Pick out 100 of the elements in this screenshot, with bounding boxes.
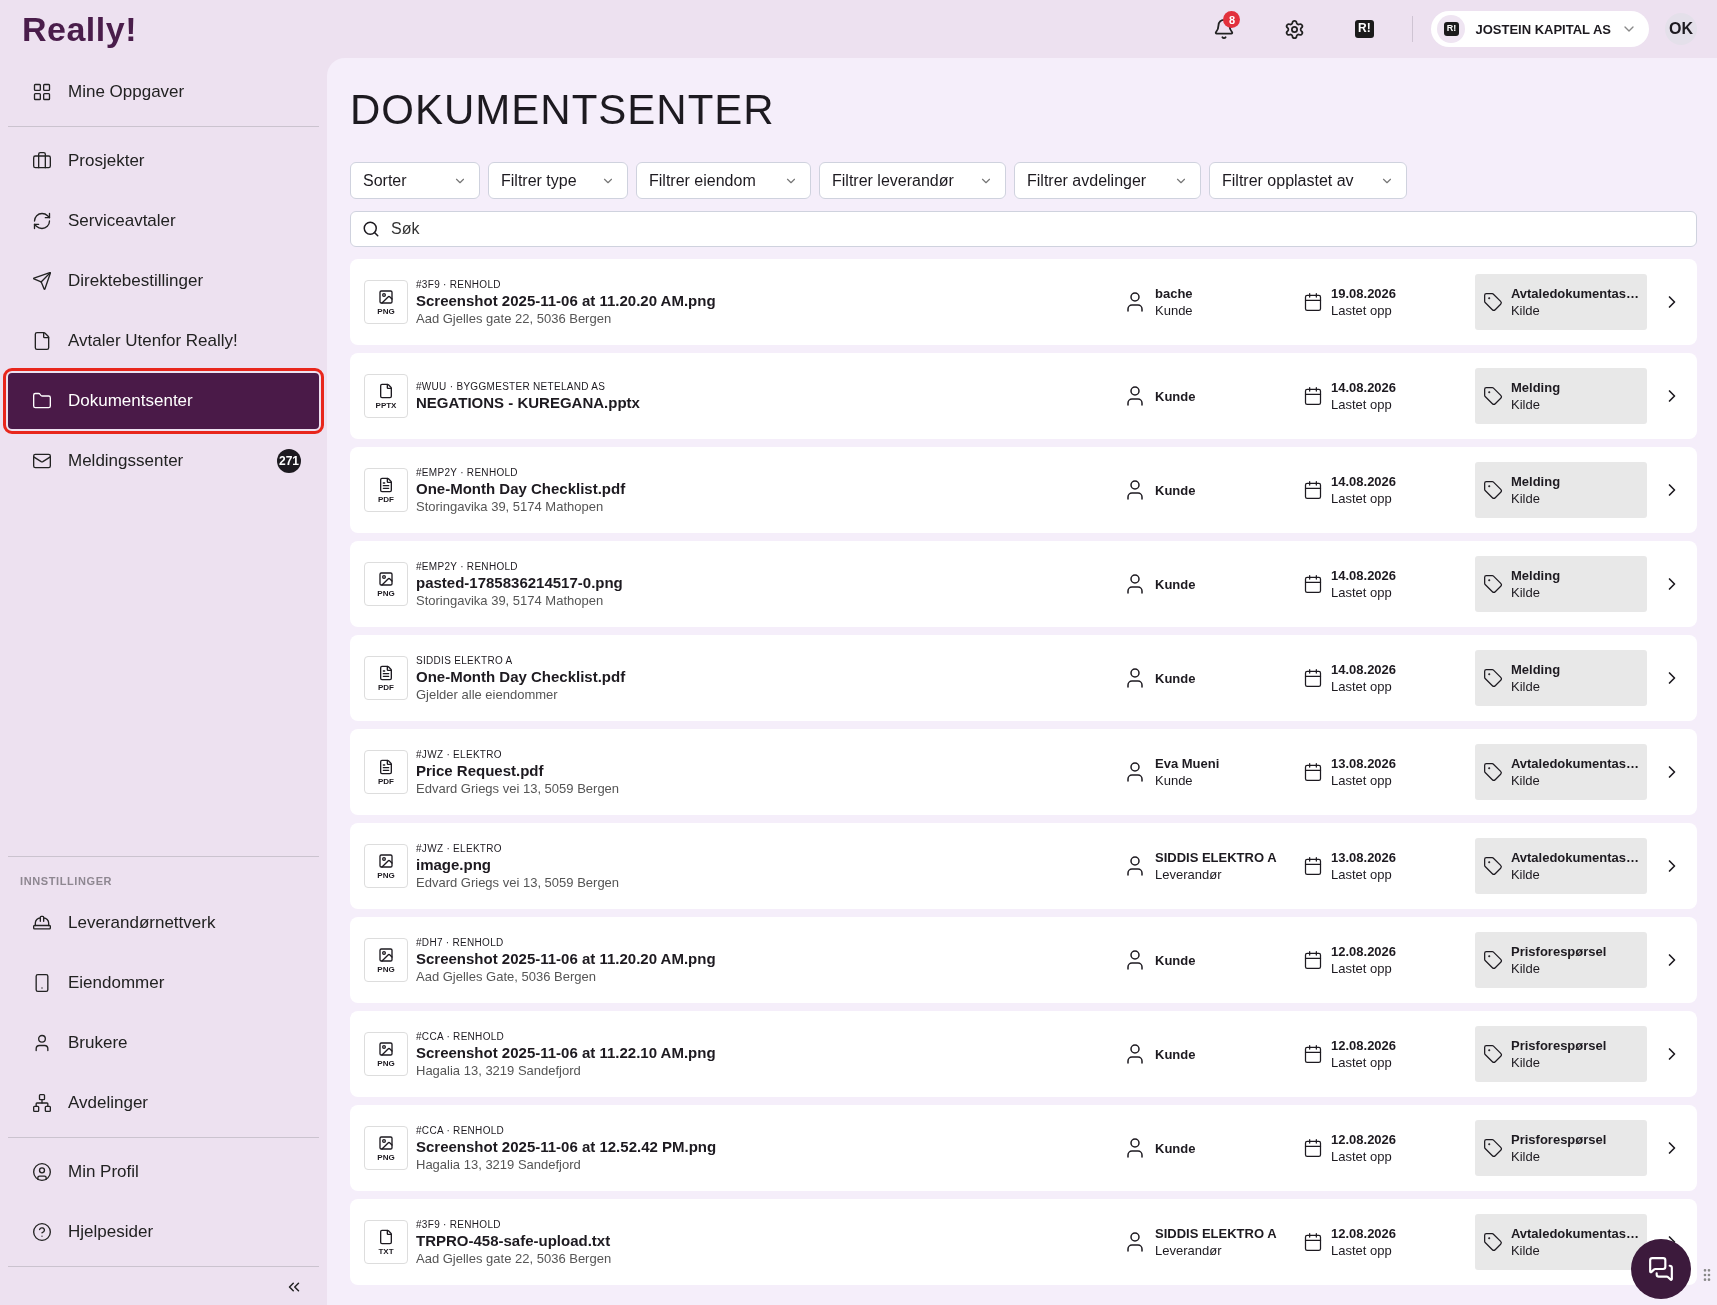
image-icon: [378, 1040, 394, 1057]
document-row[interactable]: PNG #CCA · RENHOLD Screenshot 2025-11-06 at 11.22.10 AM.png Hagalia 13, 3219 Sandefjord Kunde 12.08.2026 Lastet opp Prisforespørsel Kilde: [350, 1011, 1697, 1097]
uploader-role: Kunde: [1155, 1046, 1196, 1062]
nav-item[interactable]: Avdelinger: [8, 1075, 319, 1131]
search-field[interactable]: Søk: [350, 211, 1697, 247]
document-row[interactable]: PDF #EMP2Y · RENHOLD One-Month Day Checklist.pdf Storingavika 39, 5174 Mathopen Kunde 14.08.2026 Lastet opp Melding Kilde: [350, 447, 1697, 533]
calendar-icon: [1303, 1232, 1323, 1252]
document-address: Edvard Griegs vei 13, 5059 Bergen: [416, 874, 621, 890]
upload-date: 12.08.2026: [1331, 1226, 1397, 1241]
filter-dropdown[interactable]: Filtrer leverandør: [819, 162, 1006, 199]
tag-icon: [1483, 856, 1503, 876]
nav-item[interactable]: Brukere: [8, 1015, 319, 1071]
document-row[interactable]: PPTX #WUU · BYGGMESTER NETELAND AS NEGATIONS - KUREGANA.pptx Kunde 14.08.2026 Lastet opp Melding Kilde: [350, 353, 1697, 439]
refresh-icon: [32, 211, 52, 231]
uploader-name: Eva Mueni: [1155, 756, 1220, 771]
document-name: Screenshot 2025-11-06 at 11.20.20 AM.png: [416, 949, 717, 967]
paper-plane-icon: [32, 271, 52, 291]
image-icon: [378, 1134, 394, 1151]
page-title: DOKUMENTSENTER: [350, 86, 776, 134]
document-meta: #3F9 · RENHOLD: [416, 278, 502, 290]
nav-item[interactable]: Serviceavtaler: [8, 193, 319, 249]
notifications-button[interactable]: 8: [1202, 9, 1247, 49]
tag-icon: [1483, 386, 1503, 406]
nav-label: Avtaler Utenfor Really!: [68, 331, 239, 351]
source-label: Kilde: [1511, 1149, 1541, 1164]
document-meta: #CCA · RENHOLD: [416, 1124, 506, 1136]
calendar-icon: [1303, 574, 1323, 594]
source-name: Prisforespørsel: [1511, 1038, 1607, 1053]
file-icon: [378, 382, 394, 399]
document-row[interactable]: PDF SIDDIS ELEKTRO A One-Month Day Checklist.pdf Gjelder alle eiendommer Kunde 14.08.2026 Lastet opp Melding Kilde: [350, 635, 1697, 721]
nav-item[interactable]: Prosjekter: [8, 133, 319, 189]
nav-item[interactable]: Eiendommer: [8, 955, 319, 1011]
source-name: Avtaledokumentas…: [1510, 756, 1639, 771]
date-label: Lastet opp: [1331, 679, 1393, 694]
document-row[interactable]: PNG #3F9 · RENHOLD Screenshot 2025-11-06 at 11.20.20 AM.png Aad Gjelles gate 22, 5036 Bergen bache Kunde 19.08.2026 Lastet opp Avtaledokumentas… Kilde: [350, 259, 1697, 345]
nav-label: Meldingssenter: [68, 451, 185, 471]
nav-item[interactable]: Avtaler Utenfor Really!: [8, 313, 319, 369]
upload-date: 14.08.2026: [1331, 474, 1397, 489]
document-meta: #DH7 · RENHOLD: [416, 936, 505, 948]
filter-dropdown[interactable]: Filtrer opplastet av: [1209, 162, 1407, 199]
source-name: Melding: [1511, 568, 1561, 583]
image-icon: [378, 288, 394, 305]
nav-item[interactable]: Direktebestillinger: [8, 253, 319, 309]
org-logo-button[interactable]: R!: [1342, 9, 1387, 49]
source-label: Kilde: [1510, 303, 1541, 318]
upload-date: 12.08.2026: [1331, 1132, 1397, 1147]
file-type: TXT: [378, 1246, 394, 1256]
tag-icon: [1483, 1138, 1503, 1158]
nav-item[interactable]: Mine Oppgaver: [8, 64, 319, 120]
logo[interactable]: Really!: [22, 9, 137, 49]
document-meta: #EMP2Y · RENHOLD: [416, 466, 519, 478]
tag-icon: [1483, 1232, 1503, 1252]
document-row[interactable]: PNG #CCA · RENHOLD Screenshot 2025-11-06 at 12.52.42 PM.png Hagalia 13, 3219 Sandefjord Kunde 12.08.2026 Lastet opp Prisforespørsel Kilde: [350, 1105, 1697, 1191]
calendar-icon: [1303, 950, 1323, 970]
account-switcher[interactable]: R! JOSTEIN KAPITAL AS: [1431, 11, 1649, 47]
network-icon: [32, 1093, 52, 1113]
image-icon: [378, 852, 394, 869]
uploader-role: Kunde: [1155, 773, 1194, 788]
document-row[interactable]: PDF #JWZ · ELEKTRO Price Request.pdf Edvard Griegs vei 13, 5059 Bergen Eva Mueni Kunde 13.08.2026 Lastet opp Avtaledokumentas… Kilde: [350, 729, 1697, 815]
uploader-role: Kunde: [1155, 303, 1193, 318]
document-address: Hagalia 13, 3219 Sandefjord: [416, 1156, 582, 1172]
filter-dropdown[interactable]: Filtrer avdelinger: [1014, 162, 1201, 199]
user-avatar[interactable]: OK: [1665, 13, 1697, 45]
document-row[interactable]: PNG #JWZ · ELEKTRO image.png Edvard Griegs vei 13, 5059 Bergen SIDDIS ELEKTRO A Leverandør 13.08.2026 Lastet opp Avtaledokumentas… Kilde: [350, 823, 1697, 909]
filter-dropdown[interactable]: Sorter: [350, 162, 480, 199]
uploader-role: Kunde: [1155, 482, 1196, 498]
uploader-name: SIDDIS ELEKTRO A: [1155, 1226, 1277, 1241]
uploader-role: Kunde: [1155, 952, 1196, 968]
nav-item[interactable]: Hjelpesider: [8, 1204, 319, 1260]
document-name: TRPRO-458-safe-upload.txt: [416, 1231, 612, 1249]
document-address: Aad Gjelles Gate, 5036 Bergen: [416, 968, 597, 984]
date-label: Lastet opp: [1331, 585, 1393, 600]
document-row[interactable]: TXT #3F9 · RENHOLD TRPRO-458-safe-upload.txt Aad Gjelles gate 22, 5036 Bergen SIDDIS ELEKTRO A Leverandør 12.08.2026 Lastet opp Avtaledokumentas… Kilde: [350, 1199, 1697, 1285]
document-name: Screenshot 2025-11-06 at 11.20.20 AM.png: [416, 291, 717, 309]
date-label: Lastet opp: [1331, 773, 1393, 788]
filter-dropdown[interactable]: Filtrer type: [488, 162, 628, 199]
nav-item[interactable]: Meldingssenter 271: [8, 433, 319, 489]
file-type: PNG: [377, 870, 395, 880]
document-row[interactable]: PNG #DH7 · RENHOLD Screenshot 2025-11-06 at 11.20.20 AM.png Aad Gjelles Gate, 5036 Bergen Kunde 12.08.2026 Lastet opp Prisforespørsel Kilde: [350, 917, 1697, 1003]
nav-item[interactable]: Min Profil: [8, 1144, 319, 1200]
document-name: image.png: [416, 855, 492, 873]
calendar-icon: [1303, 1138, 1323, 1158]
document-row[interactable]: PNG #EMP2Y · RENHOLD pasted-1785836214517-0.png Storingavika 39, 5174 Mathopen Kunde 14.08.2026 Lastet opp Melding Kilde: [350, 541, 1697, 627]
file-type: PNG: [377, 964, 395, 974]
upload-date: 14.08.2026: [1331, 380, 1397, 395]
document-address: Aad Gjelles gate 22, 5036 Bergen: [416, 310, 613, 326]
file-icon: [378, 1228, 394, 1245]
nav-label: Serviceavtaler: [68, 211, 177, 231]
date-label: Lastet opp: [1331, 1149, 1393, 1164]
document-name: NEGATIONS - KUREGANA.pptx: [416, 394, 641, 411]
filter-dropdown[interactable]: Filtrer eiendom: [636, 162, 811, 199]
calendar-icon: [1303, 856, 1323, 876]
upload-date: 13.08.2026: [1331, 850, 1397, 865]
nav-item[interactable]: Leverandørnettverk: [8, 895, 319, 951]
source-name: Avtaledokumentas…: [1510, 286, 1639, 301]
uploader-role: Kunde: [1155, 576, 1196, 592]
file-type: PNG: [377, 588, 395, 598]
uploader-name: SIDDIS ELEKTRO A: [1155, 850, 1277, 865]
file-icon: [32, 331, 52, 351]
document-meta: #WUU · BYGGMESTER NETELAND AS: [416, 381, 607, 392]
